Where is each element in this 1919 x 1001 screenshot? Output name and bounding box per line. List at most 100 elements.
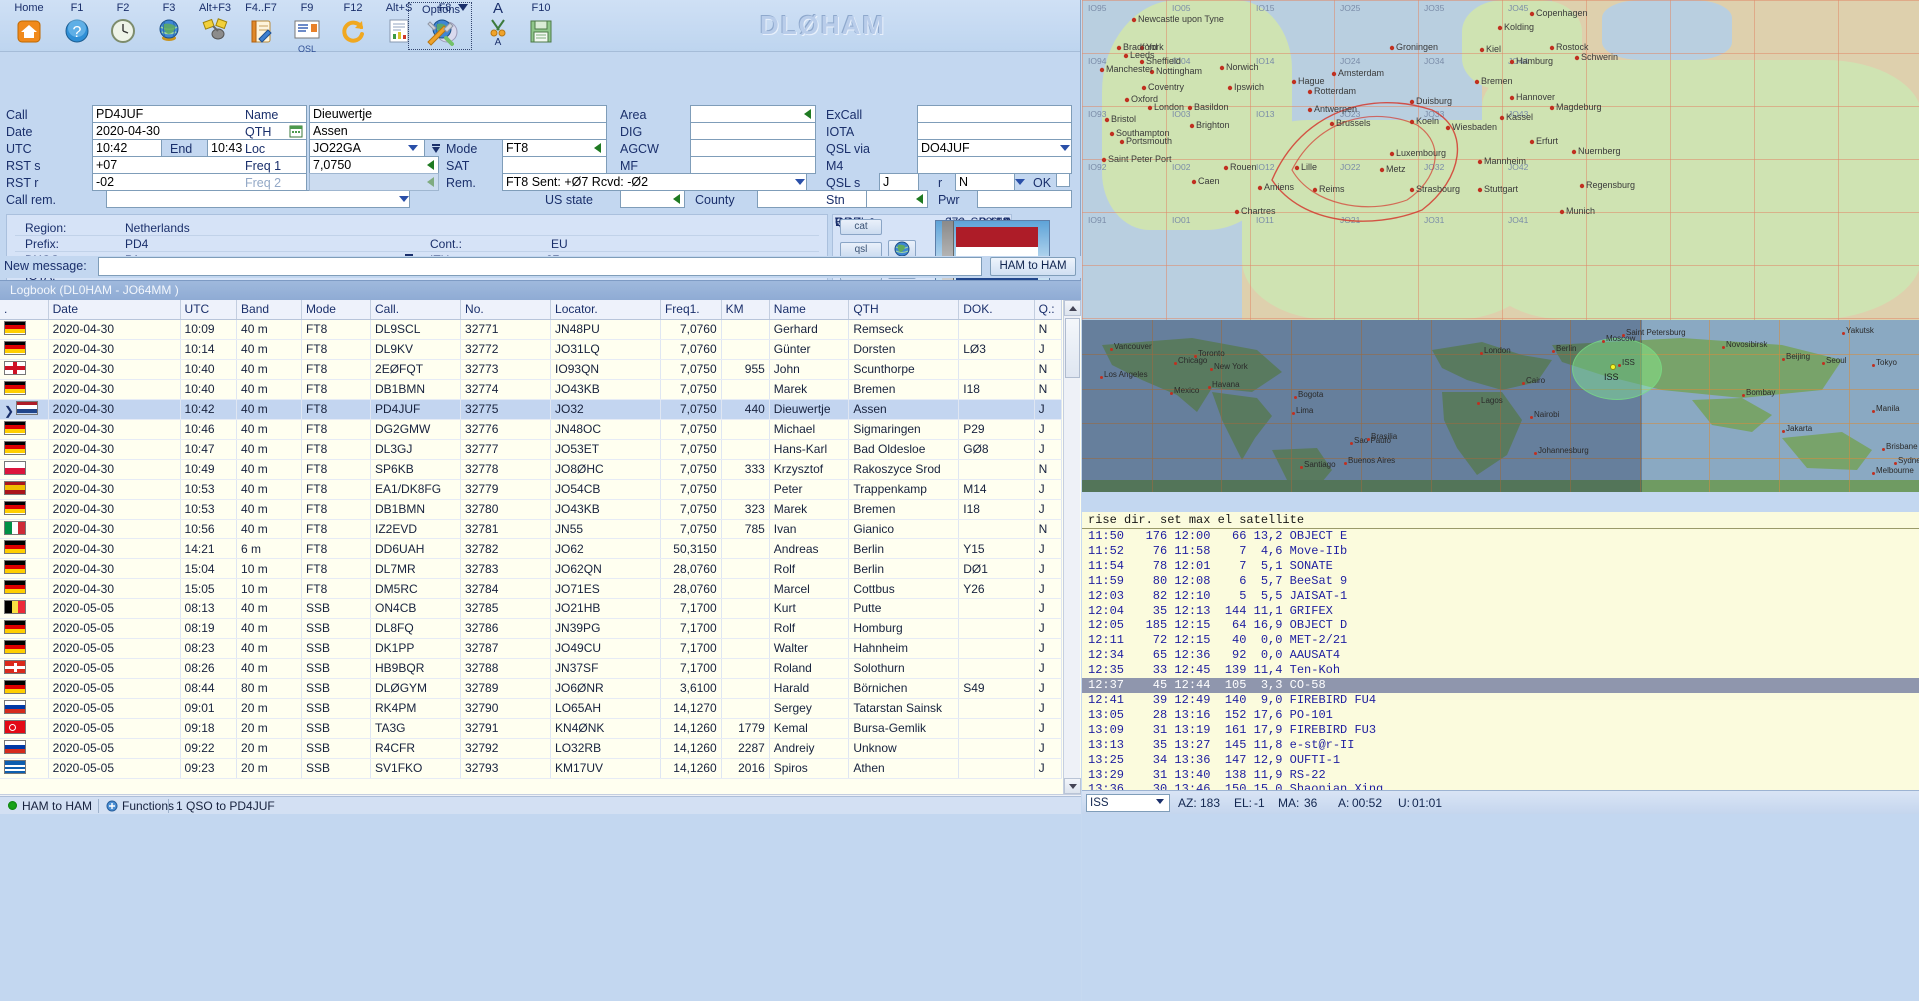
satellite-pass-row[interactable]: 12:11 72 12:15 40 0,0 MET-2/21 — [1082, 633, 1919, 648]
table-row[interactable]: 2020-04-30 10:47 40 m FT8 DL3GJ 32777 JO53ET 7,… — [0, 439, 1063, 460]
scrollbar-thumb[interactable] — [1065, 318, 1080, 378]
toolbar-save-button[interactable]: F10 — [518, 1, 564, 47]
satellite-pass-row[interactable]: 13:25 34 13:36 147 12,9 OUFTI-1 — [1082, 753, 1919, 768]
logbook-column-header[interactable]: QTH — [848, 300, 960, 320]
status-ham-to-ham[interactable]: HAM to HAM — [22, 799, 92, 813]
satellite-pass-row[interactable]: 12:03 82 12:10 5 5,5 JAISAT-1 — [1082, 589, 1919, 604]
remark-input[interactable]: FT8 Sent: +Ø7 Rcvd: -Ø2 — [502, 173, 807, 191]
toolbar-home-button[interactable]: Home — [6, 1, 52, 47]
excall-input[interactable] — [917, 105, 1072, 123]
satellite-pass-row[interactable]: 13:29 31 13:40 138 11,9 RS-22 — [1082, 768, 1919, 783]
satellite-pass-row[interactable]: 13:36 30 13:46 150 15,0 Shaonian Xing — [1082, 782, 1919, 790]
satellite-pass-row[interactable]: 11:59 80 12:08 6 5,7 BeeSat 9 — [1082, 574, 1919, 589]
logbook-column-header[interactable]: KM — [721, 300, 770, 320]
iota-input[interactable] — [917, 122, 1072, 140]
table-row[interactable]: 2020-04-30 10:49 40 m FT8 SP6KB 32778 JO8ØHC 7,… — [0, 459, 1063, 480]
satellite-pass-row[interactable]: 12:37 45 12:44 105 3,3 CO-58 — [1082, 678, 1919, 693]
name-input[interactable]: Dieuwertje — [309, 105, 607, 123]
table-row[interactable]: 2020-04-30 10:46 40 m FT8 DG2GMW 32776 JN48OC 7… — [0, 419, 1063, 440]
pwr-input[interactable] — [977, 190, 1072, 208]
satellite-pass-list[interactable]: rise dir. set max el satellite 11:50 176… — [1082, 512, 1919, 790]
table-row[interactable]: 2020-04-30 15:05 10 m FT8 DM5RC 32784 JO71ES 28… — [0, 578, 1063, 600]
logbook-table-container[interactable]: . Date UTC Band Mode Call. No. Locator. Freq1. KM… — [0, 300, 1081, 794]
sat-input[interactable] — [502, 156, 607, 174]
chevron-down-icon[interactable] — [795, 179, 805, 185]
logbook-column-header[interactable]: Mode — [301, 300, 372, 320]
scroll-down-icon[interactable] — [1064, 778, 1081, 794]
satellite-pass-row[interactable]: 12:05 185 12:15 64 16,9 OBJECT D — [1082, 618, 1919, 633]
toolbar-refresh-button[interactable]: F12 — [330, 1, 376, 47]
call-remark-input[interactable] — [106, 190, 410, 208]
m4-input[interactable] — [917, 156, 1072, 174]
left-arrow-icon[interactable] — [916, 194, 923, 204]
logbook-column-header[interactable]: Locator. — [550, 300, 661, 320]
satellite-pass-row[interactable]: 13:13 35 13:27 145 11,8 e-st@r-II — [1082, 738, 1919, 753]
satellite-pass-row[interactable]: 12:34 65 12:36 92 0,0 AAUSAT4 — [1082, 648, 1919, 663]
table-row[interactable]: 2020-05-05 09:01 20 m SSB RK4PM 32790 LO65AH 14… — [0, 698, 1063, 719]
logbook-column-header[interactable]: Name — [769, 300, 850, 320]
table-row[interactable]: 2020-05-05 09:22 20 m SSB R4CFR 32792 LO32RB 14… — [0, 738, 1063, 759]
dig-input[interactable] — [690, 122, 816, 140]
scroll-up-icon[interactable] — [1064, 300, 1081, 316]
table-row[interactable]: 2020-05-05 08:23 40 m SSB DK1PP 32787 JO49CU 7,… — [0, 638, 1063, 659]
satellite-pass-row[interactable]: 12:04 35 12:13 144 11,1 GRIFEX — [1082, 604, 1919, 619]
area-input[interactable] — [690, 105, 816, 123]
ham-to-ham-button[interactable]: HAM to HAM — [990, 257, 1076, 276]
europe-map[interactable]: IO95 IO05 IO15 JO25 JO35 JO45 IO94 IO04 IO14 JO24… — [1082, 0, 1919, 320]
satellite-pass-row[interactable]: 12:41 39 12:49 140 9,0 FIREBIRD FU4 — [1082, 693, 1919, 708]
table-row[interactable]: 2020-05-05 08:26 40 m SSB HB9BQR 32788 JN37SF 7… — [0, 658, 1063, 679]
satellite-pass-row[interactable]: 11:50 176 12:00 66 13,2 OBJECT E — [1082, 529, 1919, 544]
chevron-down-icon[interactable] — [1015, 179, 1025, 185]
left-arrow-icon[interactable] — [804, 109, 811, 119]
table-row[interactable]: 2020-05-05 08:13 40 m SSB ON4CB 32785 JO21HB 7,… — [0, 598, 1063, 619]
table-row[interactable]: 2020-04-30 10:53 40 m FT8 DB1BMN 32780 JO43KB 7… — [0, 499, 1063, 520]
table-row[interactable]: 2020-04-30 10:56 40 m FT8 IZ2EVD 32781 JN55 7,0… — [0, 519, 1063, 540]
logbook-column-header[interactable]: DOK. — [958, 300, 1035, 320]
table-row[interactable]: 2020-04-30 10:40 40 m FT8 DB1BMN 32774 JO43KB 7… — [0, 379, 1063, 400]
utc-input[interactable]: 10:42 — [92, 139, 162, 157]
ok-checkbox[interactable] — [1056, 173, 1070, 187]
logbook-column-header[interactable]: Band — [236, 300, 302, 320]
table-row[interactable]: ❯ 2020-04-30 10:42 40 m FT8 PD4JUF 32775 JO32 7,… — [0, 399, 1063, 420]
left-arrow-icon[interactable] — [673, 194, 680, 204]
toolbar-globe-button[interactable]: F3 — [146, 1, 192, 47]
table-row[interactable]: 2020-04-30 10:14 40 m FT8 DL9KV 32772 JO31LQ 7,… — [0, 339, 1063, 360]
qsl-sent-input[interactable]: J — [879, 173, 919, 191]
status-functions[interactable]: Functions — [122, 799, 174, 813]
toolbar-options-button[interactable]: Options — [410, 3, 472, 49]
chevron-down-icon[interactable] — [408, 145, 418, 151]
logbook-column-header[interactable]: Date — [48, 300, 181, 320]
toolbar-notebook-button[interactable]: F4..F7 — [238, 1, 284, 47]
logbook-vertical-scrollbar[interactable] — [1063, 300, 1081, 794]
qth-input[interactable]: Assen — [309, 122, 607, 140]
toolbar-font-button[interactable]: A A — [475, 1, 521, 46]
freq1-input[interactable]: 7,0750 — [309, 156, 439, 174]
agcw-input[interactable] — [690, 139, 816, 157]
satellite-pass-row[interactable]: 11:52 76 11:58 7 4,6 Move-IIb — [1082, 544, 1919, 559]
table-row[interactable]: 2020-04-30 15:04 10 m FT8 DL7MR 32783 JO62QN 28… — [0, 558, 1063, 580]
left-arrow-icon[interactable] — [594, 143, 601, 153]
cat-button[interactable]: cat — [840, 219, 882, 235]
toolbar-help-button[interactable]: F1 ? — [54, 1, 100, 47]
logbook-column-header[interactable]: Q.: — [1034, 300, 1063, 320]
satellite-pass-row[interactable]: 13:09 31 13:19 161 17,9 FIREBIRD FU3 — [1082, 723, 1919, 738]
mf-input[interactable] — [690, 156, 816, 174]
table-row[interactable]: 2020-05-05 08:44 80 m SSB DLØGYM 32789 JO6ØNR 3… — [0, 678, 1063, 699]
world-map[interactable]: ISS Vancouver Toronto Los Angeles Chicago Ne… — [1082, 320, 1919, 492]
chevron-down-icon[interactable] — [458, 4, 468, 11]
chevron-down-icon[interactable] — [1060, 145, 1070, 151]
toolbar-satellite-button[interactable]: Alt+F3 — [192, 1, 238, 47]
date-input[interactable]: 2020-04-30 — [92, 122, 307, 140]
table-row[interactable]: 2020-05-05 09:18 20 m SSB TA3G 32791 KN4ØNK 14,… — [0, 718, 1063, 739]
logbook-column-header[interactable]: Call. — [370, 300, 462, 320]
qsl-received-input[interactable]: N — [955, 173, 1015, 191]
table-row[interactable]: 2020-04-30 14:21 6 m FT8 DD6UAH 32782 JO62 50,3… — [0, 538, 1063, 560]
left-arrow-icon[interactable] — [427, 160, 434, 170]
chevron-down-icon[interactable] — [1156, 799, 1164, 804]
satellite-pass-row[interactable]: 13:05 28 13:16 152 17,6 PO-101 — [1082, 708, 1919, 723]
toolbar-clock-button[interactable]: F2 — [100, 1, 146, 47]
toolbar-qsl-button[interactable]: F9 QSL — [284, 1, 330, 54]
chevron-down-icon[interactable] — [399, 196, 409, 202]
table-row[interactable]: 2020-05-05 08:19 40 m SSB DL8FQ 32786 JN39PG 7,… — [0, 618, 1063, 639]
table-row[interactable]: 2020-05-05 09:23 20 m SSB SV1FKO 32793 KM17UV 1… — [0, 758, 1063, 779]
